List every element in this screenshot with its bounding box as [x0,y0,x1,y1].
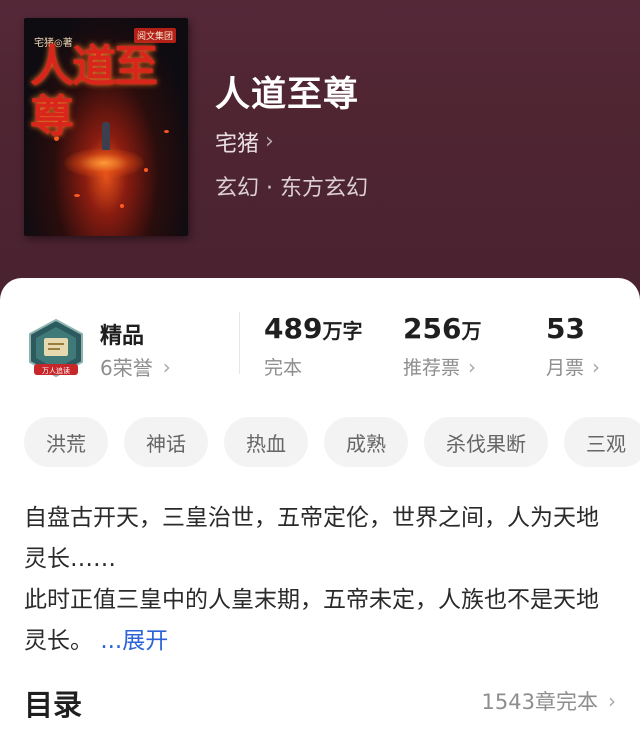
tag-chip[interactable]: 三观 [564,417,640,467]
stat-value: 256 [403,312,462,345]
tag-list: 洪荒 神话 热血 成熟 杀伐果断 三观 [24,417,640,469]
author-name: 宅猪 [215,132,260,157]
stat-label: 完本 [264,357,303,379]
quality-badge-icon: 万人追读 [29,318,83,378]
book-synopsis: 自盘古开天，三皇治世，五帝定伦，世界之间，人为天地灵长…… 此时正值三皇中的人皇… [24,498,616,662]
cover-fire-glow [64,148,144,178]
toc-status: 1543章完本 [481,690,598,714]
book-genre: 玄幻 · 东方玄幻 [215,176,368,201]
chevron-right-icon: › [265,129,274,154]
tag-chip[interactable]: 神话 [124,417,208,467]
cover-spark [74,194,80,197]
stats-divider [239,312,240,374]
honors-link[interactable]: 6荣誉 › [100,352,171,381]
badge-caption: 万人追读 [42,366,70,375]
cover-spark [144,168,148,172]
chevron-right-icon: › [162,354,171,379]
cover-spark [120,204,124,208]
quality-label: 精品 [100,324,145,349]
tag-chip[interactable]: 热血 [224,417,308,467]
chevron-right-icon: › [468,354,477,379]
cover-title-text: 人道至尊 [30,41,158,142]
stat-recommend-votes[interactable]: 256万 推荐票 › [403,312,481,380]
stat-value: 489 [264,312,323,345]
honors-count: 6荣誉 [100,356,153,380]
stat-label: 月票 [546,357,585,379]
stat-unit: 万 [461,319,482,343]
tag-chip[interactable]: 杀伐果断 [424,417,548,467]
book-detail-sheet: 万人追读 精品 6荣誉 › 489万字 完本 256万 推荐票 › 53 月票 … [0,278,640,745]
book-header: 宅猪◎著 阅文集团 人道至尊 人道至尊 宅猪 › 玄幻 · 东方玄幻 [0,0,640,300]
book-title: 人道至尊 [215,75,360,115]
expand-synopsis-link[interactable]: ...展开 [100,628,168,654]
tag-chip[interactable]: 洪荒 [24,417,108,467]
stat-label: 推荐票 [403,357,461,379]
stat-monthly-votes[interactable]: 53 月票 › [546,312,600,380]
chevron-right-icon: › [592,354,601,379]
toc-title: 目录 [24,688,83,722]
stat-unit: 万字 [322,319,363,343]
book-cover[interactable]: 宅猪◎著 阅文集团 人道至尊 [24,18,188,236]
tag-chip[interactable]: 成熟 [324,417,408,467]
stat-word-count: 489万字 完本 [264,312,362,380]
chevron-right-icon: › [608,689,616,713]
toc-link[interactable]: 1543章完本 › [482,686,616,716]
stat-value: 53 [546,312,585,345]
author-link[interactable]: 宅猪 › [215,126,274,158]
